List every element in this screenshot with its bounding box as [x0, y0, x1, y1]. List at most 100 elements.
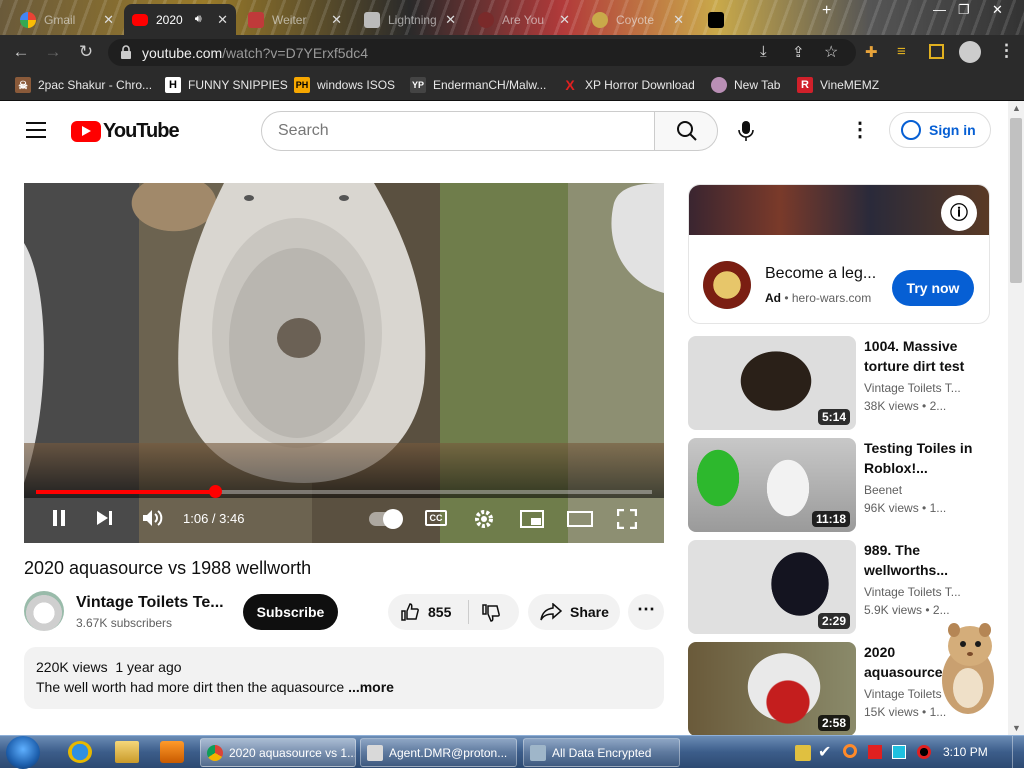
theater-mode-icon[interactable] — [567, 511, 593, 527]
subscribe-button[interactable]: Subscribe — [243, 594, 338, 630]
tray-flag-icon[interactable] — [868, 745, 882, 759]
close-icon[interactable]: ✕ — [673, 12, 684, 28]
close-icon[interactable]: ✕ — [445, 12, 456, 28]
autoplay-toggle[interactable] — [369, 509, 403, 529]
tab-medium[interactable] — [700, 4, 730, 35]
thumbs-up-icon[interactable] — [400, 602, 420, 622]
taskbar-button-agent[interactable]: Agent.DMR@proton... — [360, 738, 517, 767]
rec-title[interactable]: 989. The wellworths... — [864, 540, 974, 580]
video-thumbnail[interactable]: 2:29 — [688, 540, 856, 634]
tab-youtube[interactable]: 2020 🔊︎ ✕ — [124, 4, 236, 35]
video-thumbnail[interactable]: 11:18 — [688, 438, 856, 532]
recommendation-item[interactable]: 5:14 1004. Massive torture dirt test Vin… — [688, 336, 988, 430]
address-bar[interactable]: youtube.com/watch?v=D7YErxf5dc4 ⤓ ⇪ ☆ — [108, 39, 856, 66]
pause-icon[interactable] — [50, 509, 68, 527]
close-icon[interactable]: ✕ — [331, 12, 342, 28]
bookmark-endermanch[interactable]: YP EndermanCH/Malw... — [410, 76, 546, 94]
description-box[interactable]: 220K views 1 year ago The well worth had… — [24, 647, 664, 709]
scrubber-handle[interactable] — [208, 485, 222, 498]
share-button[interactable]: Share — [528, 594, 620, 630]
minimize-button[interactable]: — — [933, 2, 946, 17]
try-now-button[interactable]: Try now — [892, 270, 974, 306]
close-icon[interactable]: ✕ — [217, 12, 228, 28]
page-scrollbar[interactable]: ▲ ▼ — [1008, 101, 1024, 735]
youtube-logo[interactable]: YouTube — [71, 120, 180, 143]
tab-lightning[interactable]: Lightning ✕ — [356, 4, 464, 35]
tab-weiter[interactable]: Weiter ✕ — [240, 4, 350, 35]
bookmark-windows-isos[interactable]: PH windows ISOS — [294, 76, 395, 94]
captions-icon[interactable]: CC — [425, 510, 447, 526]
fullscreen-icon[interactable] — [617, 509, 637, 529]
tab-gmail[interactable]: Gmail ✕ — [12, 4, 122, 35]
ad-title[interactable]: Become a leg... — [765, 265, 876, 283]
media-player-icon[interactable] — [160, 741, 184, 763]
bookmark-2pac[interactable]: ☠ 2pac Shakur - Chro... — [15, 76, 152, 94]
next-icon[interactable] — [96, 510, 114, 526]
close-icon[interactable]: ✕ — [559, 12, 570, 28]
show-desktop-button[interactable] — [1012, 736, 1024, 769]
system-clock[interactable]: 3:10 PM — [943, 745, 988, 759]
taskbar-button-chrome[interactable]: 2020 aquasource vs 1... — [200, 738, 356, 767]
restore-button[interactable]: ❐ — [958, 2, 970, 18]
search-button[interactable] — [654, 111, 718, 151]
internet-explorer-icon[interactable] — [68, 741, 92, 763]
new-tab-button[interactable]: + — [822, 2, 831, 20]
hamburger-menu-icon[interactable] — [26, 122, 46, 138]
tray-app-icon[interactable] — [795, 745, 811, 761]
tray-check-icon[interactable]: ✔ — [818, 742, 831, 762]
media-icon[interactable]: ≡ — [897, 43, 906, 60]
sign-in-button[interactable]: Sign in — [889, 112, 991, 148]
side-panel-icon[interactable] — [929, 44, 944, 59]
like-count[interactable]: 855 — [428, 604, 451, 620]
scroll-down-icon[interactable]: ▼ — [1012, 723, 1021, 733]
share-icon[interactable]: ⇪ — [792, 43, 805, 61]
speaker-icon[interactable]: 🔊︎ — [195, 13, 202, 26]
search-input[interactable] — [261, 111, 655, 151]
tray-disc-icon[interactable] — [917, 745, 931, 759]
rec-title[interactable]: 1004. Massive torture dirt test — [864, 336, 974, 376]
more-actions-button[interactable]: ⋯ — [628, 594, 664, 630]
bookmark-xp-horror[interactable]: X XP Horror Download — [562, 76, 695, 94]
info-icon[interactable]: ⓘ — [941, 195, 977, 231]
video-player[interactable]: 1:06 / 3:46 CC — [24, 183, 664, 543]
profile-icon[interactable] — [959, 41, 981, 63]
r-icon: R — [797, 77, 813, 93]
settings-gear-icon[interactable] — [474, 509, 494, 529]
tab-are-you[interactable]: Are You ✕ — [470, 4, 578, 35]
thumbs-down-icon[interactable] — [481, 603, 501, 623]
voice-search-button[interactable] — [728, 111, 764, 151]
tray-monitor-icon[interactable] — [892, 745, 906, 759]
taskbar-button-encrypted[interactable]: All Data Encrypted — [523, 738, 680, 767]
extensions-icon[interactable]: ✚ — [865, 43, 878, 61]
forward-button[interactable]: → — [42, 42, 64, 62]
back-button[interactable]: ← — [10, 42, 32, 62]
reload-button[interactable]: ↻ — [75, 42, 97, 62]
rec-title[interactable]: Testing Toiles in Roblox!... — [864, 438, 974, 478]
video-thumbnail[interactable]: 5:14 — [688, 336, 856, 430]
more-link[interactable]: ...more — [348, 679, 394, 695]
progress-bar[interactable] — [36, 485, 652, 498]
miniplayer-icon[interactable] — [520, 510, 544, 528]
tray-search-icon[interactable] — [843, 744, 857, 758]
recommendation-item[interactable]: 11:18 Testing Toiles in Roblox!... Beene… — [688, 438, 988, 532]
channel-name[interactable]: Vintage Toilets Te... — [76, 594, 224, 612]
channel-avatar[interactable] — [24, 591, 64, 631]
tab-coyote[interactable]: Coyote ✕ — [584, 4, 692, 35]
file-explorer-icon[interactable] — [115, 741, 139, 763]
start-button[interactable] — [6, 736, 40, 769]
scroll-up-icon[interactable]: ▲ — [1012, 103, 1021, 113]
menu-dots-icon[interactable]: ⋮ — [998, 41, 1015, 61]
hamster-desktop-pet[interactable] — [930, 618, 1002, 718]
ad-card[interactable]: ⓘ Become a leg... Ad • hero-wars.com Try… — [688, 184, 990, 324]
video-thumbnail[interactable]: 2:58 — [688, 642, 856, 735]
bookmark-funny-snippies[interactable]: H FUNNY SNIPPIES — [165, 76, 288, 94]
close-window-button[interactable]: ✕ — [992, 2, 1003, 18]
bookmark-new-tab[interactable]: New Tab — [711, 76, 780, 94]
scroll-thumb[interactable] — [1010, 118, 1022, 283]
bookmark-star-icon[interactable]: ☆ — [824, 42, 838, 62]
volume-icon[interactable] — [142, 509, 164, 527]
install-icon[interactable]: ⤓ — [760, 43, 767, 60]
close-icon[interactable]: ✕ — [103, 12, 114, 28]
bookmark-vinememz[interactable]: R VineMEMZ — [797, 76, 879, 94]
settings-dots-icon[interactable]: ⋮ — [850, 119, 870, 143]
